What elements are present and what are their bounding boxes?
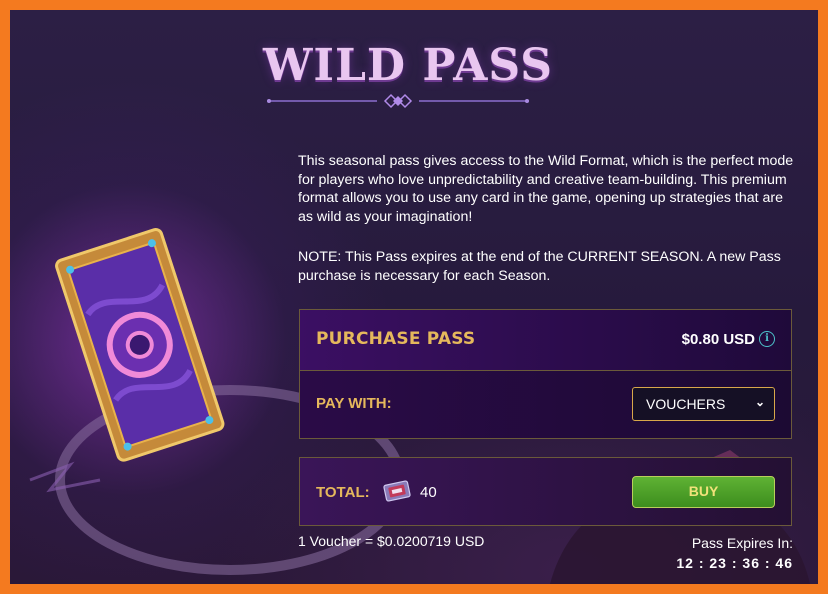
- voucher-rate: 1 Voucher = $0.0200719 USD: [298, 533, 485, 549]
- info-icon[interactable]: i: [759, 331, 775, 347]
- pass-description: This seasonal pass gives access to the W…: [298, 153, 794, 225]
- chevron-down-icon: ⌄: [754, 395, 765, 409]
- buy-button[interactable]: BUY: [632, 476, 775, 508]
- total-label: TOTAL:: [316, 484, 370, 501]
- pay-method-select[interactable]: VOUCHERS ⌄: [632, 387, 775, 421]
- purchase-panel: PURCHASE PASS $0.80 USD i PAY WITH: VOUC…: [299, 309, 792, 439]
- pay-with-row: PAY WITH: VOUCHERS ⌄: [300, 371, 791, 438]
- total-panel: TOTAL: 40 BUY: [299, 457, 792, 526]
- pass-price: $0.80 USD: [681, 331, 755, 348]
- purchase-header: PURCHASE PASS $0.80 USD i: [300, 310, 791, 371]
- title-ornament: [267, 93, 529, 109]
- pass-expiry: Pass Expires In: 12 : 23 : 36 : 46: [676, 533, 793, 573]
- wild-pass-window: WILD PASS This seasonal pass gives acces…: [10, 10, 818, 584]
- page-title: WILD PASS: [262, 40, 553, 91]
- expires-label: Pass Expires In:: [691, 535, 793, 551]
- pay-method-value: VOUCHERS: [646, 396, 726, 412]
- pay-with-label: PAY WITH:: [316, 395, 392, 412]
- expiry-timer: 12 : 23 : 36 : 46: [676, 555, 793, 571]
- pass-note: NOTE: This Pass expires at the end of th…: [298, 249, 781, 284]
- total-amount: 40: [420, 484, 437, 501]
- voucher-icon: [383, 480, 411, 502]
- purchase-pass-label: PURCHASE PASS: [316, 329, 476, 349]
